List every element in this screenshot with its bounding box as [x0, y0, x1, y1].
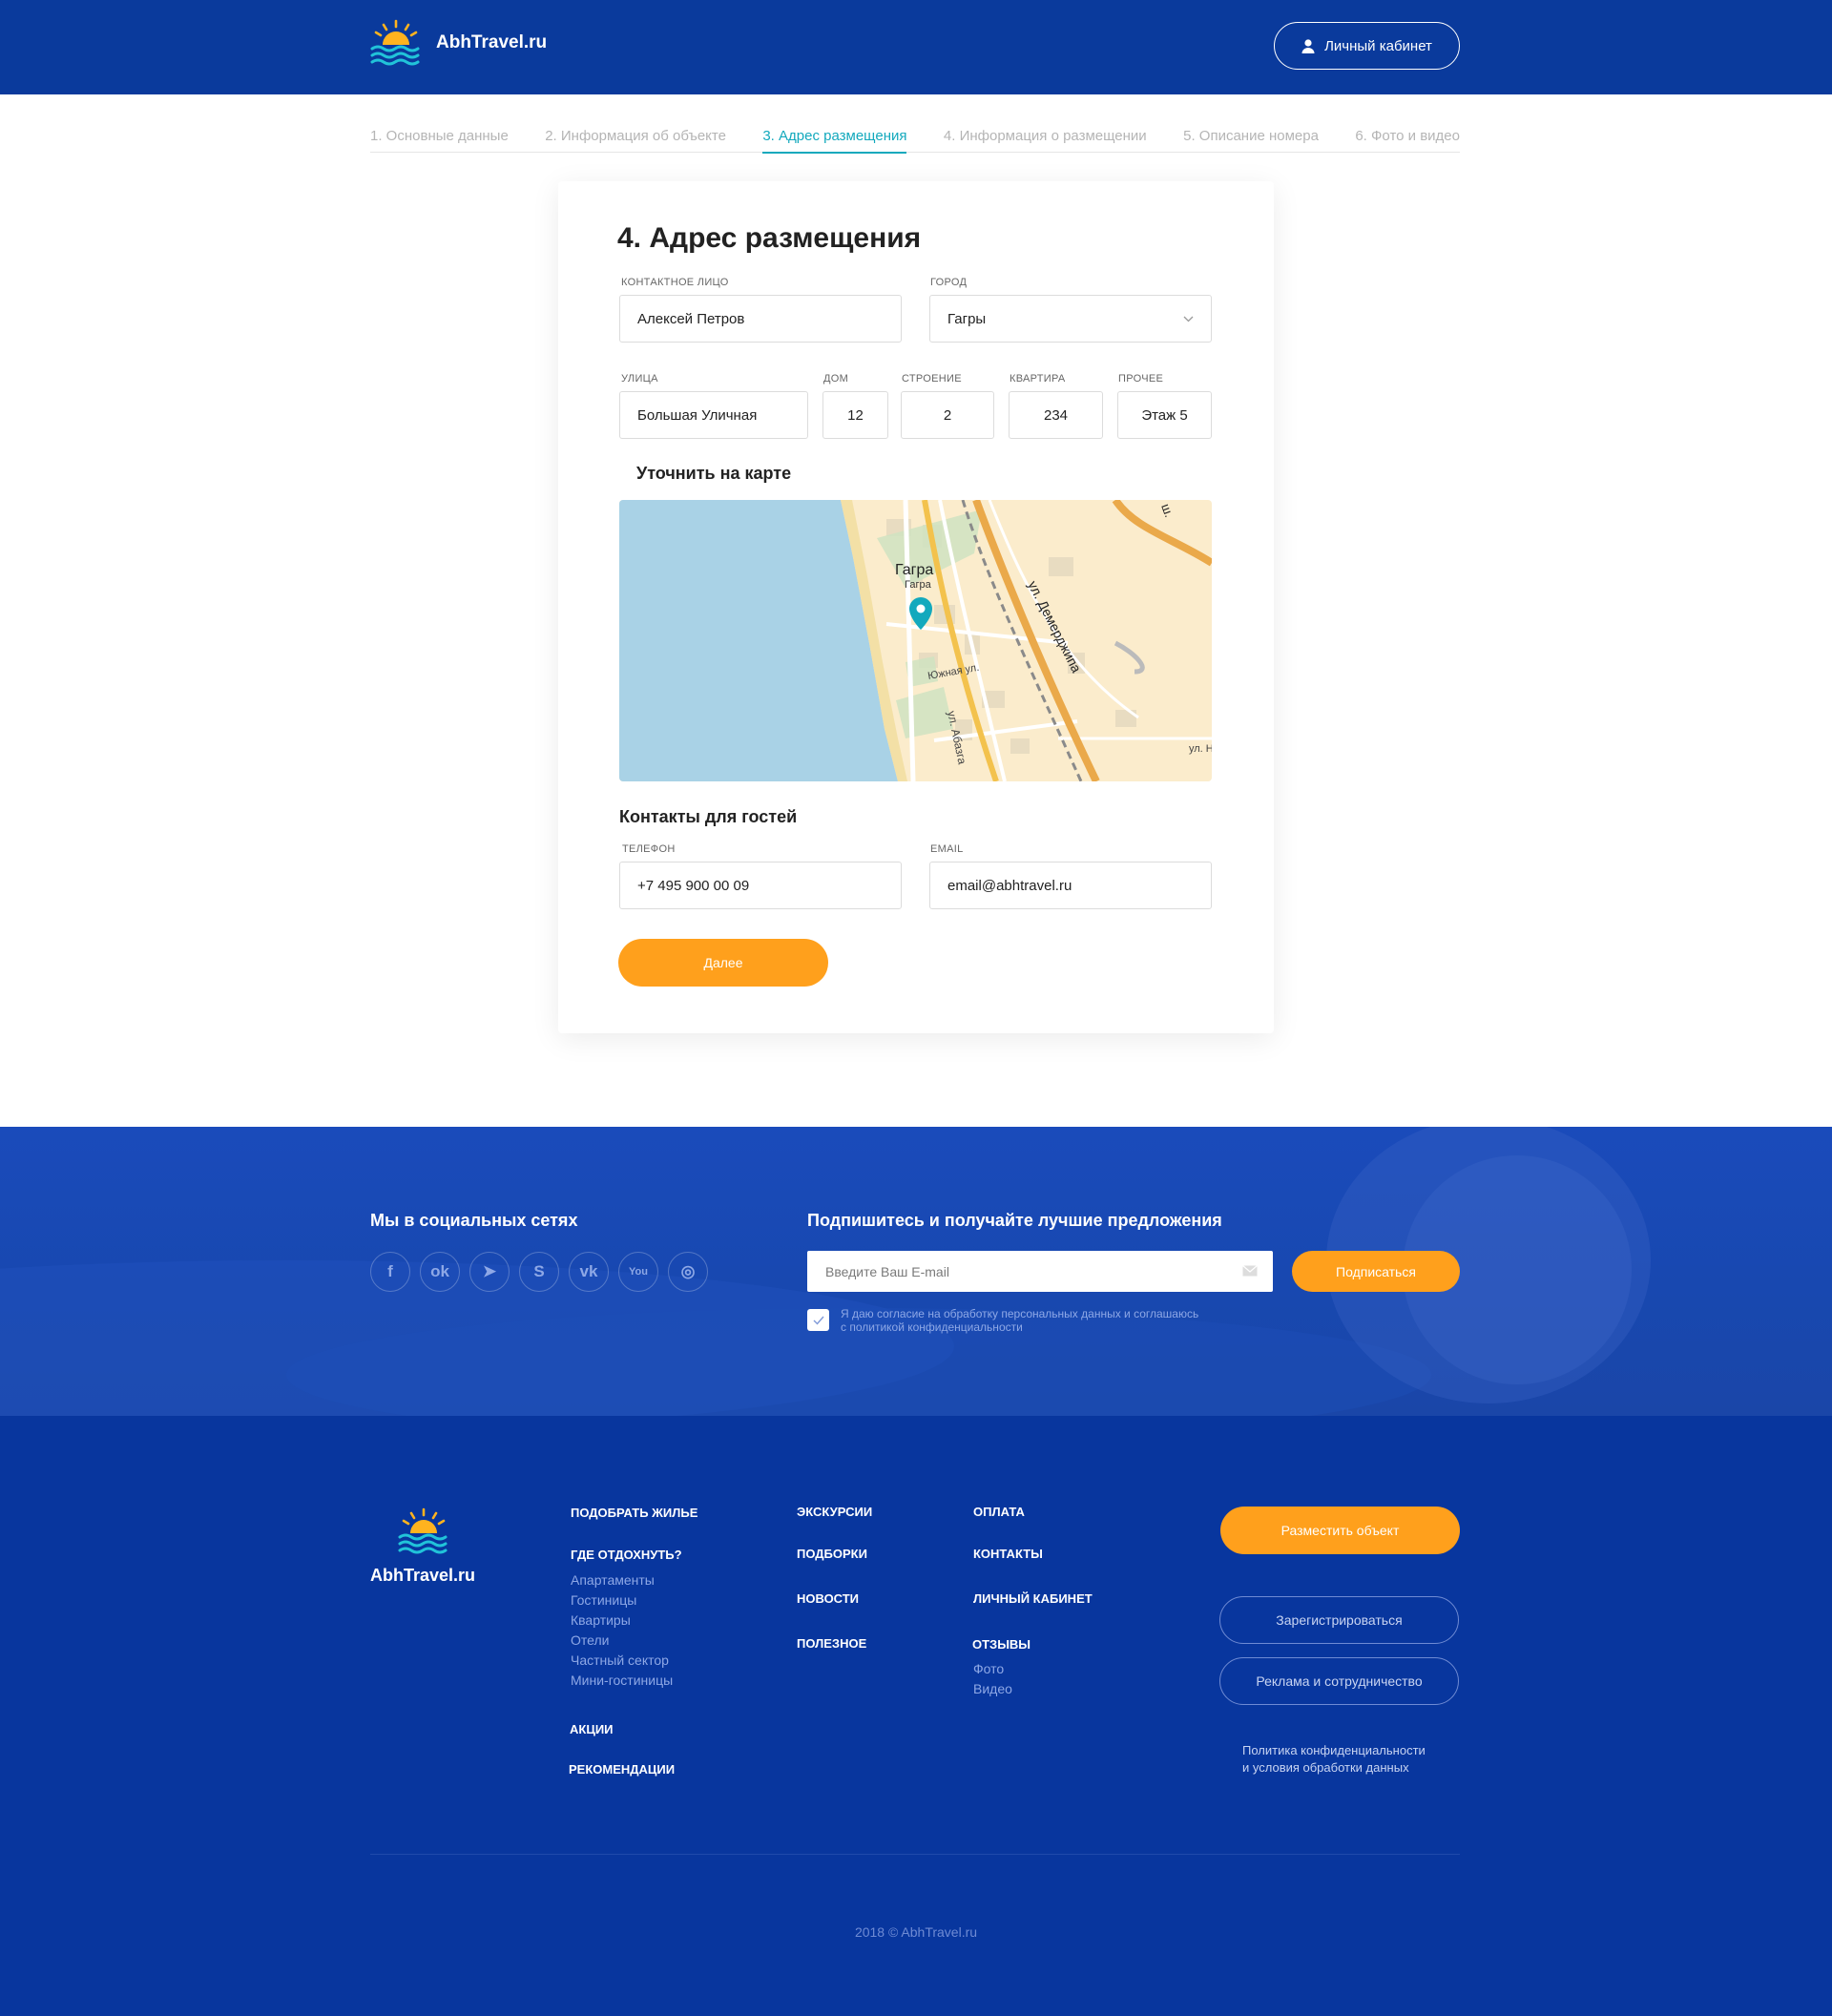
email-label: Email — [930, 843, 964, 855]
personal-cabinet-label: Личный кабинет — [1324, 37, 1432, 54]
copyright: 2018 © AbhTravel.ru — [854, 1924, 978, 1940]
progress-steps: 1. Основные данные 2. Информация об объе… — [370, 118, 1460, 154]
map-city-sub-label: Гагра — [905, 579, 932, 591]
footer-link-payment[interactable]: ОПЛАТА — [973, 1505, 1025, 1519]
subscribe-heading: Подпишитесь и получайте лучшие предложен… — [807, 1211, 1222, 1230]
next-button[interactable]: Далее — [618, 939, 828, 987]
step-object-info[interactable]: 2. Информация об объекте — [545, 118, 726, 153]
consent-text: Я даю согласие на обработку персональных… — [841, 1307, 1260, 1334]
privacy-policy-line-1: Политика конфиденциальности — [1242, 1743, 1426, 1757]
map-city-label: Гагра — [895, 562, 933, 578]
map-street-label-4: ул. Н — [1189, 743, 1212, 755]
place-object-button[interactable]: Разместить объект — [1220, 1507, 1460, 1554]
footer-link-where-to-rest[interactable]: ГДЕ ОТДОХНУТЬ? — [571, 1548, 682, 1562]
step-room-description[interactable]: 5. Описание номера — [1183, 118, 1319, 153]
consent-line-1: Я даю согласие на обработку персональных… — [841, 1307, 1199, 1320]
other-label: Прочее — [1118, 373, 1164, 384]
phone-label: Телефон — [622, 843, 676, 855]
step-address[interactable]: 3. Адрес размещения — [762, 118, 907, 154]
subscribe-button[interactable]: Подписаться — [1292, 1251, 1460, 1292]
consent-checkbox[interactable] — [807, 1309, 829, 1331]
footer-link-private-sector[interactable]: Частный сектор — [571, 1651, 673, 1671]
apartment-label: Квартира — [1010, 373, 1066, 384]
site-header — [0, 0, 1832, 94]
email-input[interactable]: email@abhtravel.ru — [929, 862, 1212, 909]
footer-link-hotels-ru[interactable]: Гостиницы — [571, 1590, 673, 1611]
other-input[interactable]: Этаж 5 — [1117, 391, 1212, 439]
privacy-policy-link[interactable]: Политика конфиденциальности и условия об… — [1242, 1742, 1426, 1777]
map-heading: Уточнить на карте — [636, 464, 792, 483]
location-map[interactable]: Гагра Гагра ул. Демерджипа Южная ул. ул.… — [619, 500, 1212, 781]
subscribe-email-placeholder: Введите Ваш E-mail — [825, 1263, 949, 1279]
house-input[interactable]: 12 — [822, 391, 888, 439]
footer-link-reviews[interactable]: ОТЗЫВЫ — [972, 1637, 1030, 1652]
social-heading: Мы в социальных сетях — [370, 1211, 578, 1230]
consent-line-2[interactable]: с политикой конфиденциальности — [841, 1320, 1260, 1334]
checkmark-icon — [813, 1316, 824, 1325]
footer-link-useful[interactable]: ПОЛЕЗНОЕ — [797, 1636, 866, 1651]
footer-link-contacts[interactable]: КОНТАКТЫ — [973, 1547, 1043, 1561]
mail-icon — [1242, 1265, 1258, 1277]
step-accommodation-info[interactable]: 4. Информация о размещении — [944, 118, 1147, 153]
advertising-button[interactable]: Реклама и сотрудничество — [1219, 1657, 1459, 1705]
logo-icon[interactable] — [370, 19, 422, 67]
social-icons-row: f ok ➤ S vk You ◎ — [370, 1252, 708, 1292]
form-title: 4. Адрес размещения — [617, 222, 922, 254]
footer-link-flats[interactable]: Квартиры — [571, 1611, 673, 1631]
footer-link-promotions[interactable]: АКЦИИ — [570, 1722, 614, 1736]
footer-link-collections[interactable]: ПОДБОРКИ — [797, 1547, 867, 1561]
building-input[interactable]: 2 — [901, 391, 994, 439]
footer-link-find-housing[interactable]: ПОДОБРАТЬ ЖИЛЬЕ — [571, 1506, 697, 1520]
footer-housing-types-list: Апартаменты Гостиницы Квартиры Отели Час… — [571, 1570, 673, 1691]
footer-link-recommendations[interactable]: РЕКОМЕНДАЦИИ — [569, 1762, 675, 1777]
footer-divider — [370, 1854, 1460, 1855]
step-basic-data[interactable]: 1. Основные данные — [370, 118, 509, 153]
footer-reviews-list: Фото Видео — [973, 1659, 1012, 1699]
odnoklassniki-icon[interactable]: ok — [420, 1252, 460, 1292]
footer-logo-icon[interactable] — [398, 1507, 449, 1555]
guest-contacts-heading: Контакты для гостей — [619, 807, 798, 826]
footer-link-personal-cabinet[interactable]: ЛИЧНЫЙ КАБИНЕТ — [973, 1591, 1093, 1606]
house-label: Дом — [823, 373, 849, 384]
map-canvas[interactable]: Гагра Гагра ул. Демерджипа Южная ул. ул.… — [619, 500, 1212, 781]
phone-input[interactable]: +7 495 900 00 09 — [619, 862, 902, 909]
instagram-icon[interactable]: ◎ — [668, 1252, 708, 1292]
footer-link-news[interactable]: НОВОСТИ — [797, 1591, 859, 1606]
register-button[interactable]: Зарегистрироваться — [1219, 1596, 1459, 1644]
vk-icon[interactable]: vk — [569, 1252, 609, 1292]
footer-brand-name[interactable]: AbhTravel.ru — [370, 1566, 475, 1586]
user-icon — [1301, 38, 1315, 53]
footer-link-hotels[interactable]: Отели — [571, 1631, 673, 1651]
telegram-icon[interactable]: ➤ — [469, 1252, 510, 1292]
footer-link-apartments[interactable]: Апартаменты — [571, 1570, 673, 1590]
footer-link-photo[interactable]: Фото — [973, 1659, 1012, 1679]
contact-person-label: Контактное лицо — [621, 277, 729, 288]
street-input[interactable]: Большая Уличная — [619, 391, 808, 439]
city-label: Город — [930, 277, 968, 288]
subscribe-email-input[interactable]: Введите Ваш E-mail — [807, 1251, 1273, 1292]
personal-cabinet-button[interactable]: Личный кабинет — [1274, 22, 1460, 70]
building-label: Строение — [902, 373, 962, 384]
footer-link-mini-hotels[interactable]: Мини-гостиницы — [571, 1671, 673, 1691]
step-photo-video[interactable]: 6. Фото и видео — [1355, 118, 1460, 153]
footer-link-video[interactable]: Видео — [973, 1679, 1012, 1699]
facebook-icon[interactable]: f — [370, 1252, 410, 1292]
city-select[interactable]: Гагры — [929, 295, 1212, 343]
youtube-icon[interactable]: You — [618, 1252, 658, 1292]
privacy-policy-line-2: и условия обработки данных — [1242, 1760, 1409, 1775]
city-select-value: Гагры — [947, 310, 987, 327]
apartment-input[interactable]: 234 — [1009, 391, 1103, 439]
brand-name[interactable]: AbhTravel.ru — [436, 32, 547, 53]
footer-link-excursions[interactable]: ЭКСКУРСИИ — [797, 1505, 872, 1519]
street-label: Улица — [621, 373, 658, 384]
contact-person-input[interactable]: Алексей Петров — [619, 295, 902, 343]
skype-icon[interactable]: S — [519, 1252, 559, 1292]
chevron-down-icon — [1183, 316, 1194, 322]
